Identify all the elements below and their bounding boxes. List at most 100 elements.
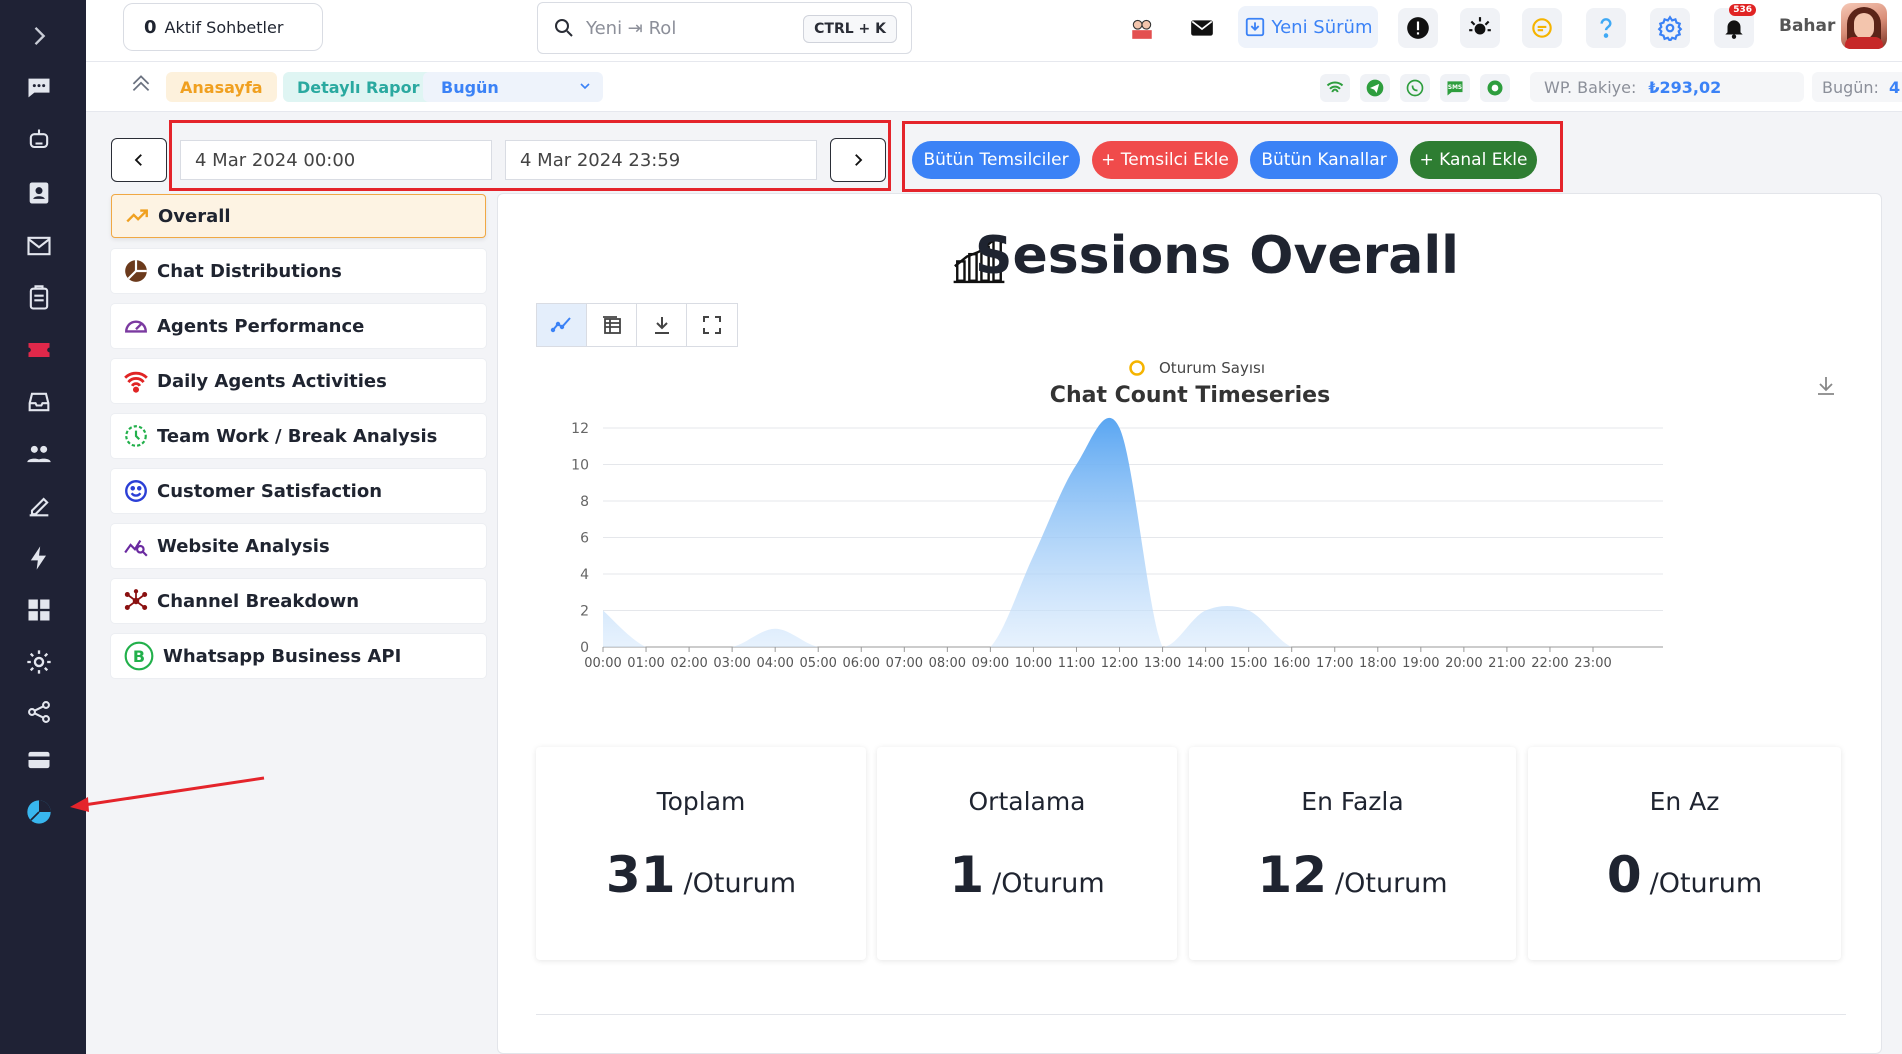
stat-card-min: En Az 0/Oturum	[1528, 747, 1841, 960]
active-chats-label: Aktif Sohbetler	[164, 17, 284, 37]
stat-label: En Az	[1649, 787, 1720, 816]
wifi-channel-icon[interactable]	[1320, 74, 1350, 102]
menu-item-channel-breakdown[interactable]: Channel Breakdown	[111, 579, 486, 623]
whatsapp-business-icon: B	[124, 641, 154, 671]
notification-bell-icon[interactable]: 536	[1714, 4, 1756, 48]
search-input[interactable]: Yeni ⇥ Rol	[586, 18, 676, 39]
x-tick-label: 21:00	[1488, 656, 1525, 671]
chevron-left-icon	[134, 154, 142, 166]
today-value: 4 Mar	[1888, 77, 1902, 97]
chart-download-icon[interactable]	[1818, 377, 1834, 395]
breadcrumb-home[interactable]: Anasayfa	[166, 72, 277, 102]
wp-balance: WP. Bakiye: ₺293,02	[1530, 72, 1804, 102]
x-tick-label: 19:00	[1402, 656, 1439, 671]
mail-icon[interactable]	[1182, 8, 1222, 48]
download-button[interactable]	[637, 304, 687, 346]
team-avatars-icon[interactable]	[1122, 8, 1162, 48]
stat-card-total: Toplam 31/Oturum	[536, 747, 866, 960]
svg-text:SMS: SMS	[1448, 85, 1462, 91]
date-range-select[interactable]: Bugün	[423, 72, 603, 102]
date-range-value: Bugün	[441, 77, 499, 97]
network-icon	[124, 589, 148, 610]
x-tick-label: 10:00	[1015, 656, 1052, 671]
analytics-icon	[124, 540, 148, 557]
avatar[interactable]	[1841, 3, 1887, 49]
breadcrumb-report[interactable]: Detaylı Rapor	[283, 72, 434, 102]
series-area[interactable]	[603, 417, 1593, 647]
user-name[interactable]: Bahar	[1779, 16, 1835, 36]
speedometer-icon	[125, 320, 147, 333]
menu-item-label: Channel Breakdown	[157, 590, 360, 612]
table-view-button[interactable]	[587, 304, 637, 346]
telegram-icon[interactable]	[1360, 74, 1390, 102]
x-tick-label: 17:00	[1316, 656, 1353, 671]
x-tick-label: 05:00	[799, 656, 836, 671]
menu-item-website-analysis[interactable]: Website Analysis	[111, 524, 486, 568]
x-tick-label: 15:00	[1230, 656, 1267, 671]
previous-day-button[interactable]	[111, 138, 167, 182]
menu-item-label: Overall	[158, 205, 231, 227]
wifi-icon	[124, 371, 148, 393]
y-tick-label: 12	[571, 421, 589, 437]
stat-card-average: Ortalama 1/Oturum	[877, 747, 1177, 960]
menu-item-label: Website Analysis	[157, 535, 330, 557]
menu-item-label: Daily Agents Activities	[157, 370, 387, 392]
sms-icon[interactable]: SMS	[1440, 74, 1470, 102]
stat-unit: /Oturum	[1335, 868, 1448, 899]
help-icon[interactable]	[1586, 8, 1626, 48]
alert-icon[interactable]	[1398, 8, 1438, 48]
active-chats-counter[interactable]: 0 Aktif Sohbetler	[123, 3, 323, 51]
y-tick-label: 2	[580, 604, 589, 620]
line-chart-view-button[interactable]	[537, 304, 587, 346]
y-tick-label: 0	[580, 640, 589, 656]
date-range-highlight	[169, 120, 891, 191]
menu-item-agents-performance[interactable]: Agents Performance	[111, 304, 486, 348]
smile-icon	[125, 480, 147, 502]
fullscreen-icon	[703, 316, 721, 334]
menu-item-daily-agents-activities[interactable]: Daily Agents Activities	[111, 359, 486, 403]
stat-unit: /Oturum	[1649, 868, 1763, 899]
menu-item-label: Agents Performance	[157, 315, 365, 337]
new-version-button[interactable]: Yeni Sürüm	[1238, 6, 1378, 48]
menu-item-label: Whatsapp Business API	[163, 645, 402, 667]
chart-series	[603, 417, 1593, 647]
menu-item-label: Customer Satisfaction	[157, 480, 383, 502]
menu-item-whatsapp-business-api[interactable]: B Whatsapp Business API	[111, 634, 486, 678]
menu-item-team-work-break-analysis[interactable]: Team Work / Break Analysis	[111, 414, 486, 458]
collapse-chevron-icon[interactable]	[128, 72, 154, 98]
x-tick-label: 13:00	[1144, 656, 1181, 671]
menu-item-customer-satisfaction[interactable]: Customer Satisfaction	[111, 469, 486, 513]
x-tick-label: 20:00	[1445, 656, 1482, 671]
stat-label: En Fazla	[1301, 787, 1404, 816]
feedback-icon[interactable]	[1522, 8, 1562, 48]
sub-bar: Anasayfa Detaylı Rapor Bugün SMS WP. Bak…	[86, 62, 1902, 112]
stat-value: 0	[1606, 846, 1642, 904]
stat-unit: /Oturum	[683, 868, 797, 899]
chart-toolbar	[536, 303, 738, 347]
trend-icon	[126, 209, 148, 223]
stat-card-max: En Fazla 12/Oturum	[1189, 747, 1516, 960]
legend-label[interactable]: Oturum Sayısı	[1159, 359, 1265, 377]
search-box[interactable]: Yeni ⇥ Rol CTRL + K	[537, 2, 912, 54]
menu-item-label: Chat Distributions	[157, 260, 342, 282]
new-version-label: Yeni Sürüm	[1271, 16, 1373, 38]
clock-icon	[125, 425, 147, 447]
x-tick-label: 16:00	[1273, 656, 1310, 671]
chat-widget-icon[interactable]	[1480, 74, 1510, 102]
x-tick-label: 01:00	[627, 656, 664, 671]
chart-title: Chat Count Timeseries	[1050, 383, 1330, 408]
x-tick-label: 14:00	[1187, 656, 1224, 671]
stat-label: Ortalama	[968, 787, 1086, 816]
search-shortcut-hint: CTRL + K	[803, 15, 897, 43]
theme-toggle-icon[interactable]	[1460, 8, 1500, 48]
settings-gear-icon[interactable]	[1650, 8, 1690, 48]
whatsapp-icon[interactable]	[1400, 74, 1430, 102]
x-tick-label: 22:00	[1531, 656, 1568, 671]
menu-item-chat-distributions[interactable]: Chat Distributions	[111, 249, 486, 293]
menu-item-overall[interactable]: Overall	[111, 194, 486, 238]
x-tick-label: 02:00	[670, 656, 707, 671]
y-tick-label: 10	[571, 458, 589, 474]
fullscreen-button[interactable]	[687, 304, 737, 346]
wp-balance-value: ₺293,02	[1648, 77, 1722, 97]
x-tick-label: 09:00	[972, 656, 1009, 671]
